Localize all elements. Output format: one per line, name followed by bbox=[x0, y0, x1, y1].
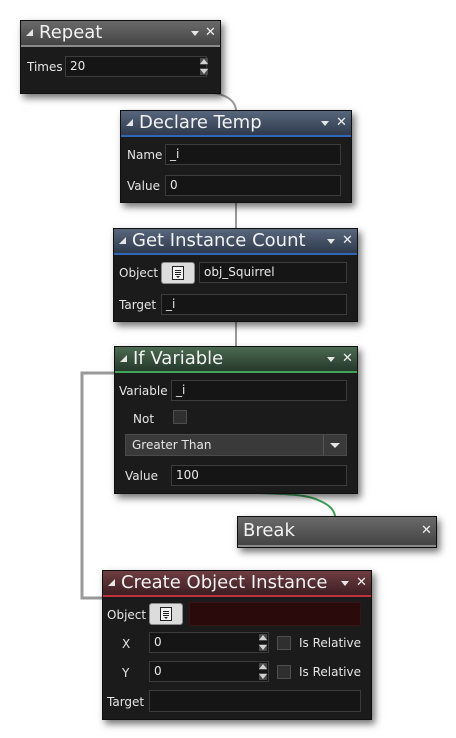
close-icon[interactable]: ✕ bbox=[356, 574, 367, 592]
get-instance-count-block[interactable]: Get Instance Count ✕ Object obj_Squirrel… bbox=[113, 228, 358, 322]
object-label: Object bbox=[107, 608, 147, 622]
not-label: Not bbox=[133, 412, 155, 426]
stepper-up-icon[interactable] bbox=[259, 634, 267, 641]
times-stepper[interactable] bbox=[199, 56, 209, 78]
dropdown-arrow-icon[interactable] bbox=[327, 357, 335, 362]
name-input[interactable]: _i bbox=[165, 144, 341, 165]
connector-ifvar-create bbox=[80, 371, 114, 600]
close-icon[interactable]: ✕ bbox=[421, 522, 432, 540]
y-relative-checkbox[interactable] bbox=[277, 665, 291, 679]
if-variable-block[interactable]: If Variable ✕ Variable _i Not Greater Th… bbox=[114, 346, 358, 494]
times-input[interactable]: 20 bbox=[65, 56, 207, 77]
dropdown-arrow-icon[interactable] bbox=[341, 581, 349, 586]
object-picker-button[interactable] bbox=[161, 262, 195, 284]
target-input[interactable] bbox=[149, 690, 361, 712]
dropdown-arrow-icon[interactable] bbox=[321, 121, 329, 126]
connector-ifvar-break bbox=[235, 491, 336, 517]
x-label: X bbox=[122, 637, 131, 651]
repeat-header[interactable]: Repeat ✕ bbox=[21, 21, 220, 47]
stepper-down-icon[interactable] bbox=[259, 673, 267, 680]
declare-temp-block[interactable]: Declare Temp ✕ Name _i Value 0 bbox=[120, 110, 352, 203]
stepper-down-icon[interactable] bbox=[200, 68, 208, 75]
create-object-instance-block[interactable]: Create Object Instance ✕ Object X 0 Is R… bbox=[102, 570, 372, 720]
block-title: Get Instance Count bbox=[132, 230, 306, 251]
stepper-up-icon[interactable] bbox=[259, 663, 267, 670]
stepper-down-icon[interactable] bbox=[259, 644, 267, 651]
y-relative-label: Is Relative bbox=[299, 665, 361, 679]
times-label: Times bbox=[27, 60, 63, 74]
dropdown-arrow-icon[interactable] bbox=[327, 239, 335, 244]
x-relative-checkbox[interactable] bbox=[277, 636, 291, 650]
object-input[interactable]: obj_Squirrel bbox=[199, 262, 347, 283]
y-input[interactable]: 0 bbox=[149, 661, 269, 682]
name-label: Name bbox=[127, 148, 163, 162]
repeat-block[interactable]: Repeat ✕ Times 20 bbox=[20, 20, 221, 94]
y-stepper[interactable] bbox=[258, 661, 268, 683]
target-label: Target bbox=[119, 298, 157, 312]
variable-label: Variable bbox=[119, 384, 168, 398]
comparison-value: Greater Than bbox=[132, 438, 212, 452]
stepper-up-icon[interactable] bbox=[200, 58, 208, 65]
value-input[interactable]: 0 bbox=[165, 175, 341, 196]
create-object-instance-header[interactable]: Create Object Instance ✕ bbox=[103, 571, 371, 597]
collapse-triangle-icon[interactable] bbox=[119, 237, 126, 244]
close-icon[interactable]: ✕ bbox=[205, 24, 216, 42]
dropdown-arrow-icon[interactable] bbox=[191, 31, 199, 36]
break-header[interactable]: Break ✕ bbox=[238, 517, 436, 547]
if-variable-header[interactable]: If Variable ✕ bbox=[115, 347, 357, 373]
get-instance-count-header[interactable]: Get Instance Count ✕ bbox=[114, 229, 357, 255]
close-icon[interactable]: ✕ bbox=[342, 232, 353, 250]
object-input[interactable] bbox=[189, 602, 361, 626]
block-title: If Variable bbox=[133, 348, 224, 369]
collapse-triangle-icon[interactable] bbox=[108, 579, 115, 586]
target-input[interactable]: _i bbox=[161, 294, 347, 315]
value-input[interactable]: 100 bbox=[171, 465, 347, 486]
block-title: Repeat bbox=[39, 22, 103, 43]
block-title: Create Object Instance bbox=[121, 572, 328, 593]
x-input[interactable]: 0 bbox=[149, 632, 269, 653]
collapse-triangle-icon[interactable] bbox=[26, 29, 33, 36]
declare-temp-header[interactable]: Declare Temp ✕ bbox=[121, 111, 351, 137]
target-label: Target bbox=[107, 695, 145, 709]
x-relative-label: Is Relative bbox=[299, 636, 361, 650]
collapse-triangle-icon[interactable] bbox=[120, 355, 127, 362]
break-block[interactable]: Break ✕ bbox=[237, 516, 437, 548]
object-picker-icon bbox=[160, 607, 172, 621]
y-label: Y bbox=[122, 666, 130, 680]
comparison-select[interactable]: Greater Than bbox=[125, 434, 347, 456]
collapse-triangle-icon[interactable] bbox=[126, 119, 133, 126]
object-label: Object bbox=[119, 266, 159, 280]
variable-input[interactable]: _i bbox=[171, 380, 347, 401]
value-label: Value bbox=[125, 469, 158, 483]
chevron-down-icon[interactable] bbox=[323, 435, 346, 455]
block-title: Declare Temp bbox=[139, 112, 262, 133]
not-checkbox[interactable] bbox=[173, 410, 187, 424]
close-icon[interactable]: ✕ bbox=[336, 114, 347, 132]
connector-repeat-declare bbox=[199, 91, 237, 111]
value-label: Value bbox=[127, 179, 160, 193]
close-icon[interactable]: ✕ bbox=[342, 350, 353, 368]
object-picker-button[interactable] bbox=[149, 603, 183, 625]
object-picker-icon bbox=[172, 266, 184, 280]
x-stepper[interactable] bbox=[258, 632, 268, 654]
block-title: Break bbox=[243, 520, 295, 541]
